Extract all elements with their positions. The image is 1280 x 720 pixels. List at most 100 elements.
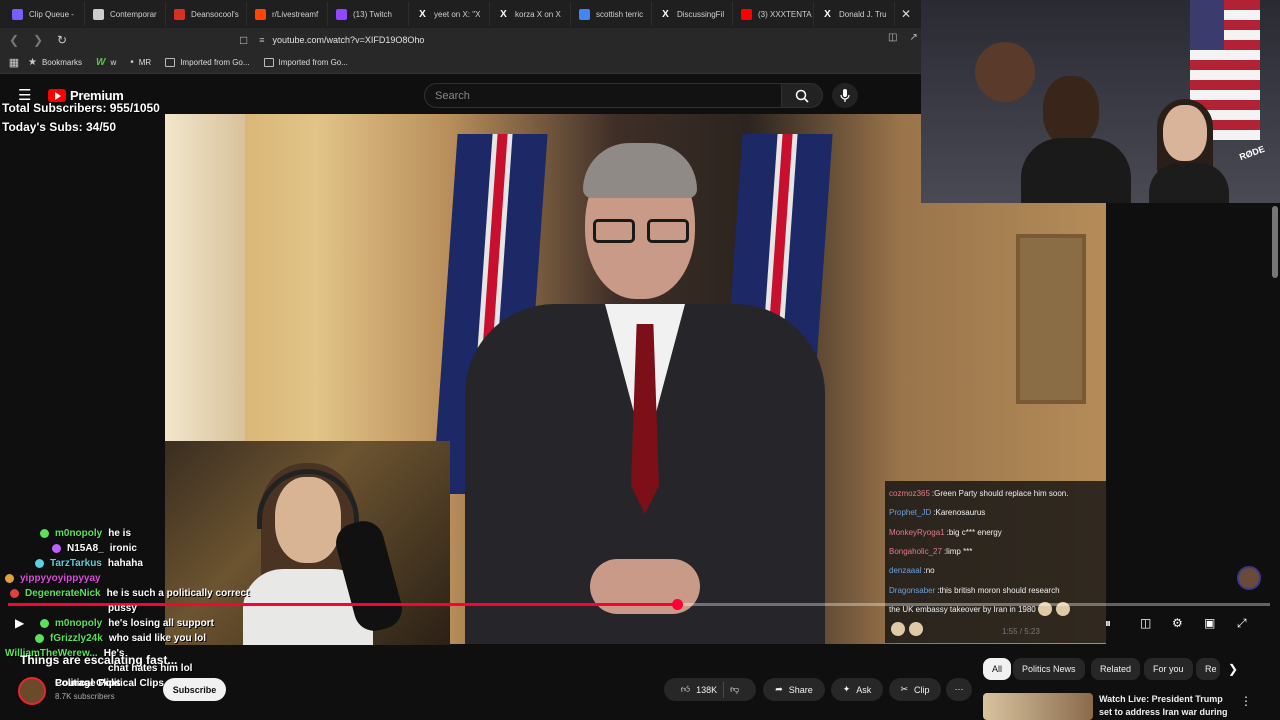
chat-message: Prophet_JD: Karenosaurus [889, 508, 986, 518]
clip-button[interactable]: ✂ Clip [889, 678, 941, 701]
channel-subscriber-count: 8.7K subscribers [55, 692, 115, 701]
more-actions-button[interactable]: ⋯ [946, 678, 972, 701]
chat-username[interactable]: MonkeyRyoga1 [889, 528, 945, 537]
browser-tab[interactable]: Contemporar [85, 2, 166, 26]
forward-icon[interactable]: ❯ [28, 33, 48, 47]
browser-tab[interactable]: X DiscussingFil [652, 2, 733, 26]
chat-username[interactable]: yippyyoyippyyay [20, 573, 101, 584]
bookmark-item[interactable]: • MR [130, 57, 151, 68]
bookmark-item[interactable]: ★ Bookmarks [28, 57, 82, 68]
thumbs-down-icon[interactable]: 👎︎ [730, 684, 739, 695]
microphone-icon [840, 88, 850, 102]
chip-all[interactable]: All [983, 658, 1012, 680]
url-field[interactable]: ≡ youtube.com/watch?v=XIFD19O8Oho [259, 30, 899, 50]
subscribe-button[interactable]: Subscribe [163, 678, 226, 701]
chat-message [889, 619, 1102, 638]
recommendation-thumbnail[interactable] [983, 693, 1093, 720]
browser-tab[interactable]: (3) XXXTENTA [733, 2, 814, 26]
chat-username[interactable]: TarzTarkus [50, 558, 102, 569]
search-button[interactable] [781, 83, 823, 108]
tab-label: Donald J. Tru [839, 9, 887, 19]
cast-icon[interactable]: ◫ [888, 32, 897, 43]
chat-username[interactable]: m0nopoly [55, 618, 102, 629]
search-input[interactable]: Search [424, 83, 782, 108]
more-vertical-icon[interactable]: ⋮ [1240, 694, 1252, 708]
chat-username[interactable]: cozmoz365 [889, 489, 930, 498]
chat-username[interactable]: Prophet_JD [889, 508, 931, 517]
fullscreen-icon[interactable]: ⤢ [1237, 616, 1247, 631]
chat-badge-icon [35, 559, 44, 568]
more-horizontal-icon: ⋯ [954, 684, 964, 694]
chat-username[interactable]: DegenerateNick [25, 588, 101, 599]
time-display: 1:55 / 5:23 [1002, 627, 1040, 636]
chat-message: pussy [108, 603, 137, 614]
chip-politics-news[interactable]: Politics News [1013, 658, 1085, 680]
site-info-icon[interactable]: ≡ [259, 35, 264, 45]
like-button[interactable]: 👍︎ 138K [681, 684, 717, 695]
x-logo-icon: X [419, 8, 426, 20]
chat-badge-icon [40, 529, 49, 538]
chat-username[interactable]: denzaaal [889, 566, 921, 575]
reload-icon[interactable]: ↻ [52, 33, 72, 47]
chat-badge-icon [10, 589, 19, 598]
page-scrollbar[interactable] [1272, 206, 1278, 278]
chip-overflow[interactable]: Re [1196, 658, 1220, 680]
chevron-right-icon[interactable]: ❯ [1228, 662, 1238, 676]
tab-label: DiscussingFil [677, 9, 725, 19]
site-favicon-icon [579, 8, 590, 20]
voice-search-button[interactable] [832, 83, 858, 108]
chip-related[interactable]: Related [1091, 658, 1141, 680]
search-icon [795, 89, 809, 103]
channel-avatar[interactable] [18, 677, 46, 705]
emote-icon [891, 621, 905, 636]
thumbs-up-icon: 👍︎ [680, 684, 691, 694]
play-icon[interactable]: ▶ [15, 616, 24, 630]
pause-toggle-icon[interactable]: ⏸ [1105, 616, 1111, 631]
chat-username[interactable]: Dragonsaber [889, 586, 935, 595]
chat-username[interactable]: Bongaholic_27 [889, 547, 942, 556]
browser-tab[interactable]: (13) Twitch [328, 2, 409, 26]
chat-message: Bongaholic_27: limp *** [889, 547, 973, 557]
captions-icon[interactable]: ◫ [1140, 616, 1151, 630]
browser-tab[interactable]: scottish terric [571, 2, 652, 26]
chat-text: he is such a politically correct [106, 588, 250, 599]
x-logo-icon: X [500, 8, 507, 20]
channel-name[interactable]: Courage Political Clips [55, 678, 164, 689]
browser-tab[interactable]: Xyeet on X: "X [409, 2, 490, 26]
bookmark-item[interactable]: W w [96, 57, 116, 68]
chat-badge-icon [40, 619, 49, 628]
share-button[interactable]: ➦ Share [763, 678, 825, 701]
miniplayer-icon[interactable]: ▣ [1204, 616, 1215, 630]
dot-icon: • [130, 57, 134, 68]
browser-tab[interactable]: Xkorza X on X [490, 2, 571, 26]
browser-tab[interactable]: Deansocool's [166, 2, 247, 26]
browser-tab[interactable]: r/Livestreamf [247, 2, 328, 26]
chat-text: no [925, 566, 935, 576]
scrubber-handle[interactable] [671, 599, 683, 610]
browser-tab[interactable]: Clip Queue - [4, 2, 85, 26]
share-page-icon[interactable]: ↗ [909, 32, 917, 43]
bookmark-page-icon[interactable]: □ [240, 33, 247, 47]
chat-username[interactable]: fGrizzly24k [50, 633, 103, 644]
browser-tab[interactable]: X Donald J. Tru [814, 2, 895, 26]
video-title-caption: Things are escalating fast... [20, 653, 178, 667]
chat-text: ironic [109, 543, 137, 554]
progress-bar[interactable] [8, 599, 1270, 610]
recommendation-title[interactable]: Watch Live: President Trump set to addre… [1099, 693, 1233, 720]
close-tab-icon[interactable]: ✕ [895, 7, 917, 21]
x-logo-icon: X [662, 8, 669, 20]
bookmark-folder[interactable]: Imported from Go... [263, 58, 348, 67]
user-avatar[interactable] [1237, 566, 1261, 590]
bookmark-folder[interactable]: Imported from Go... [165, 58, 250, 67]
back-icon[interactable]: ❮ [4, 33, 24, 47]
chat-text: he is [108, 528, 132, 539]
ask-button[interactable]: ✦ Ask [831, 678, 883, 701]
settings-icon[interactable]: ⚙ [1172, 616, 1183, 630]
chat-text: the UK embassy takeover by Iran in 1980 [889, 604, 1036, 614]
chat-badge-icon [5, 574, 14, 583]
chip-for-you[interactable]: For you [1144, 658, 1193, 680]
chat-username[interactable]: m0nopoly [55, 528, 102, 539]
apps-grid-icon[interactable]: ▦ [0, 56, 28, 69]
chat-username[interactable]: N15A8_ [67, 543, 104, 554]
folder-icon [263, 58, 274, 67]
